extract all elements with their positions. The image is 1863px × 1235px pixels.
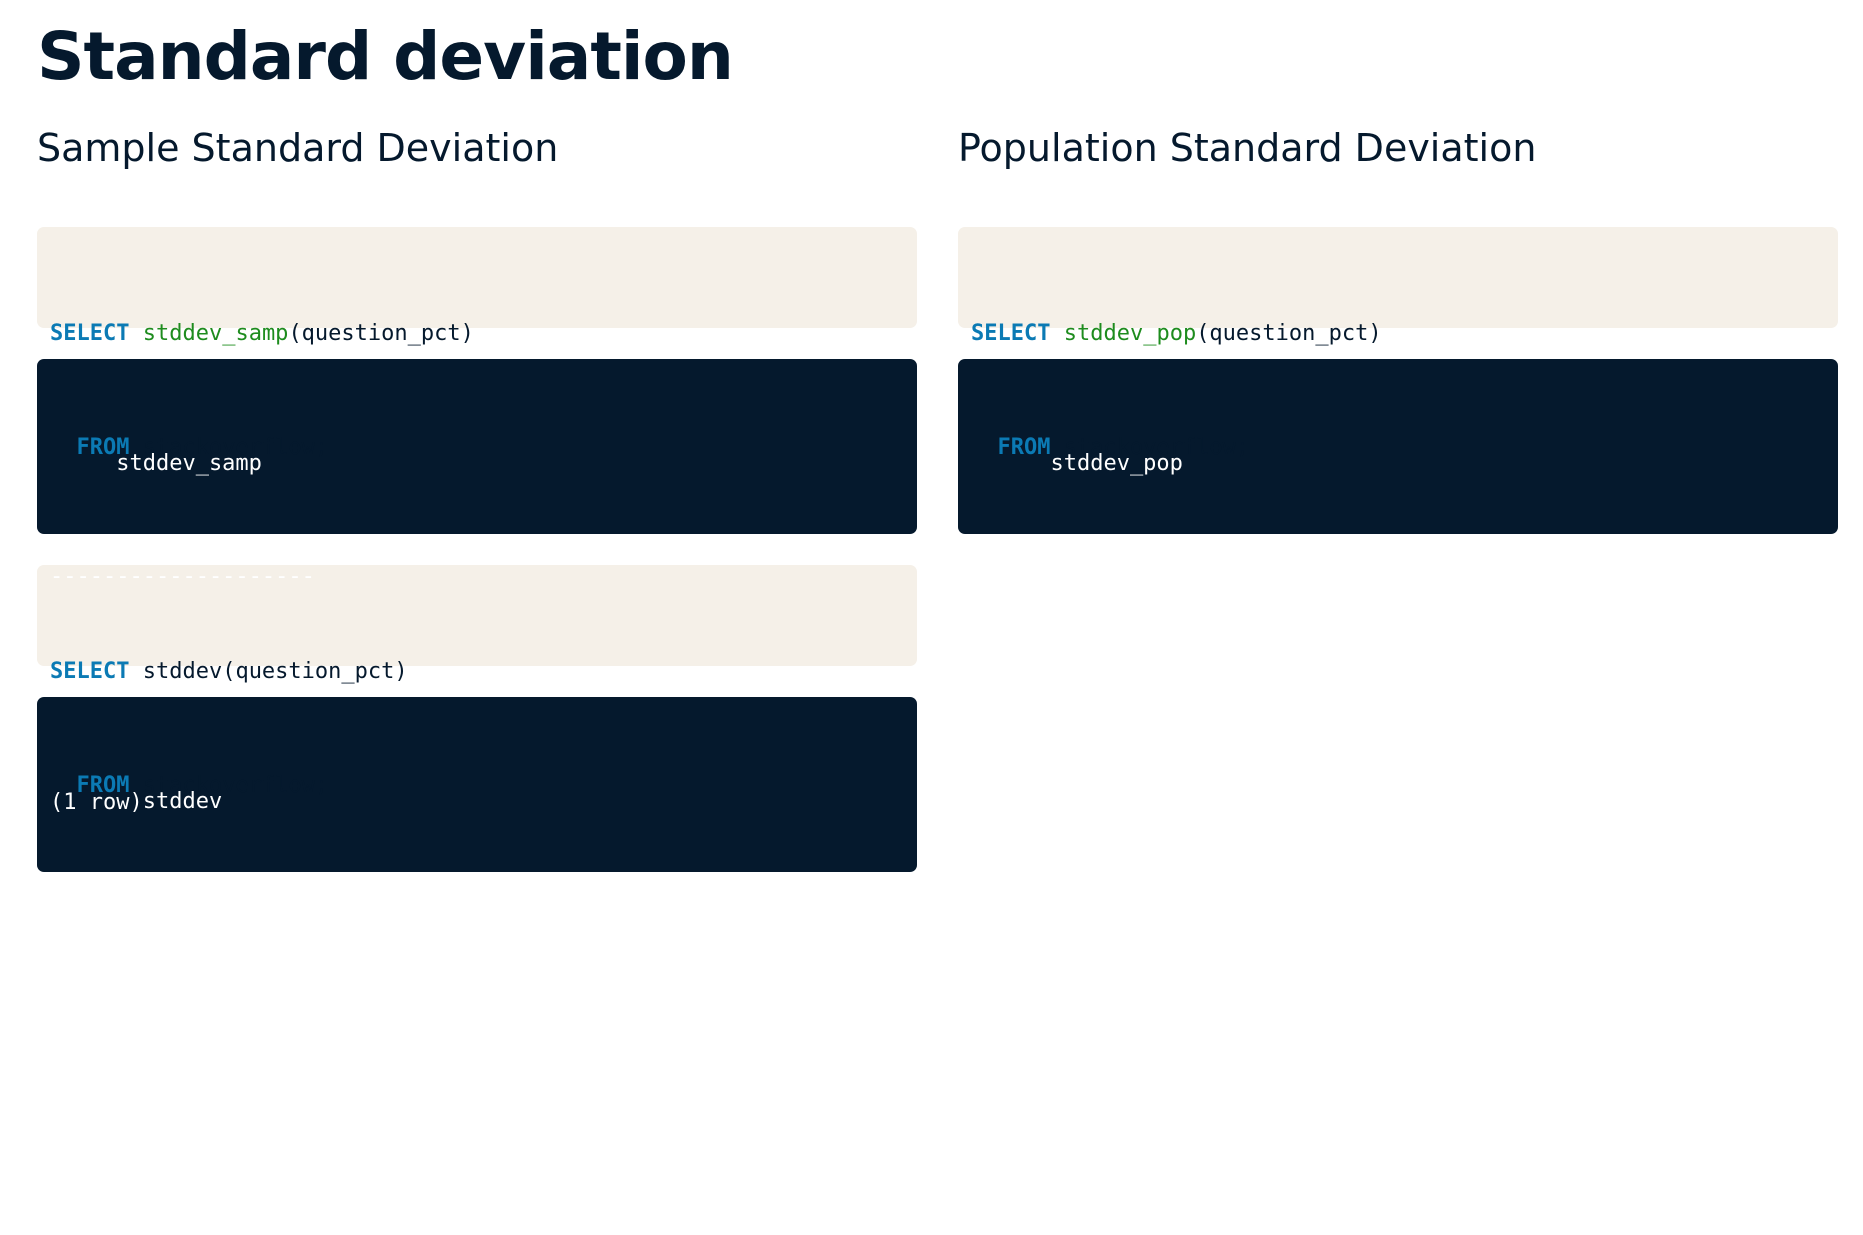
keyword-select: SELECT: [971, 321, 1051, 346]
function-args: (question_pct): [1196, 321, 1382, 346]
output-divider: --------------------: [50, 902, 315, 927]
output-value: 0.0118435062787237: [971, 677, 1223, 702]
stddev-output-block: stddev -------------------- 0.0118436299…: [37, 697, 917, 1153]
population-query-block: SELECT stddev_pop(question_pct) FROM sta…: [958, 227, 1838, 460]
function-args: (question_pct): [288, 321, 474, 346]
output-value: 0.0118436299778007: [50, 1015, 302, 1040]
output-header: stddev_samp: [50, 451, 262, 476]
keyword-select: SELECT: [50, 321, 130, 346]
function-name: stddev_pop: [1063, 321, 1197, 346]
sample-query-block: SELECT stddev_samp(question_pct) FROM st…: [37, 227, 917, 460]
sample-heading: Sample Standard Deviation: [37, 126, 559, 170]
sample-output-block: stddev_samp -------------------- 0.01184…: [37, 359, 917, 815]
sample-column: Sample Standard Deviation SELECT stddev_…: [37, 120, 917, 1153]
output-header: stddev: [50, 789, 223, 814]
keyword-select: SELECT: [50, 659, 130, 684]
population-output-block: stddev_pop -------------------- 0.011843…: [958, 359, 1838, 815]
page-title: Standard deviation: [37, 18, 734, 95]
function-name: stddev_samp: [142, 321, 289, 346]
output-footer: (1 row): [50, 1128, 143, 1153]
output-header: stddev_pop: [971, 451, 1183, 476]
population-heading: Population Standard Deviation: [958, 126, 1537, 170]
output-divider: --------------------: [971, 564, 1236, 589]
population-column: Population Standard Deviation SELECT std…: [958, 120, 1838, 815]
output-footer: (1 row): [971, 790, 1064, 815]
query-rest: stddev(question_pct): [129, 659, 408, 684]
